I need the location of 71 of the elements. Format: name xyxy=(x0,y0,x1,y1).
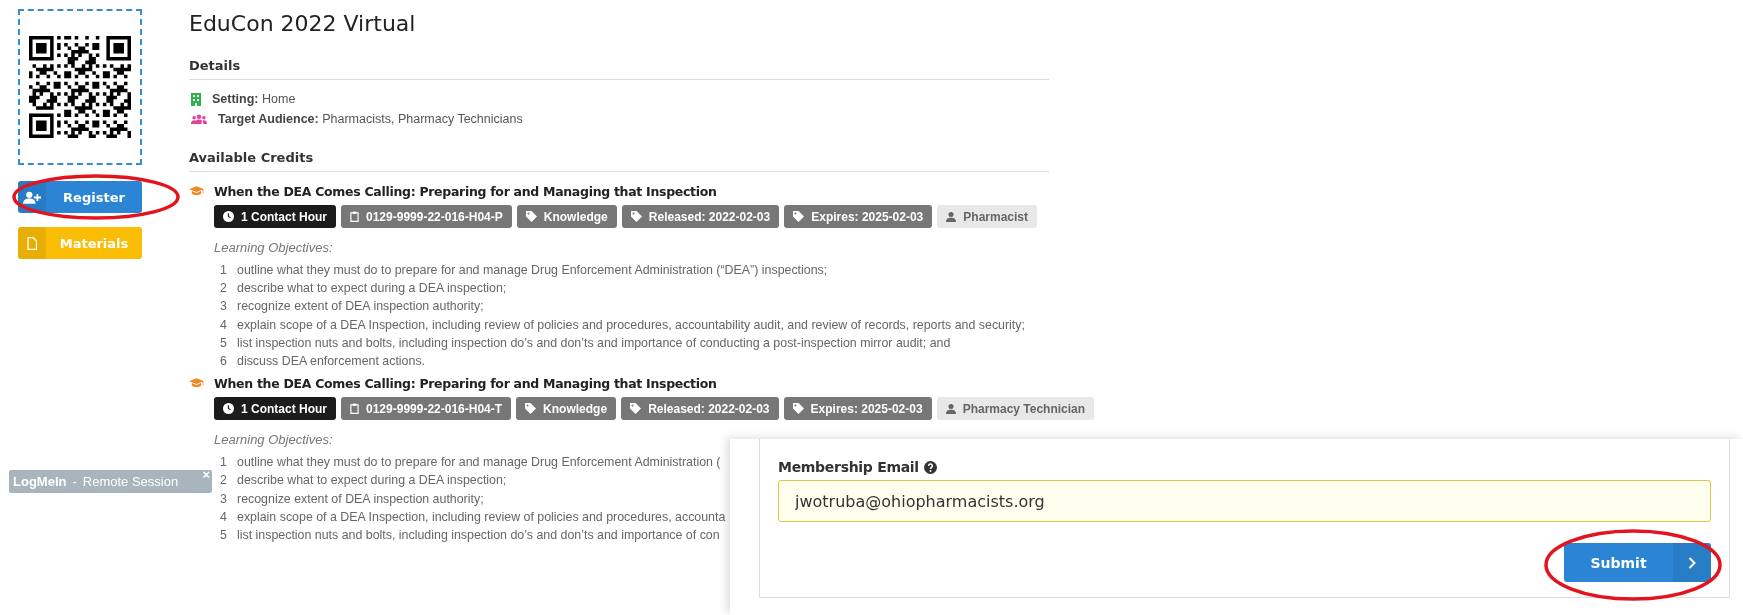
objective-number: 6 xyxy=(220,353,228,370)
objective-text: describe what to expect during a DEA inspection; xyxy=(237,280,507,298)
close-button[interactable]: × xyxy=(202,468,210,481)
building-icon xyxy=(191,92,201,106)
graduation-cap-icon xyxy=(189,378,204,389)
credit-title: When the DEA Comes Calling: Preparing for and Managing that Inspection xyxy=(214,375,717,391)
field-label: Membership Email xyxy=(778,459,919,475)
section-heading: Details xyxy=(189,58,242,73)
credit-badge: 0129-9999-22-016-H04-P xyxy=(341,205,512,228)
credit-badge: 0129-9999-22-016-H04-T xyxy=(341,397,512,421)
objective-text: explain scope of a DEA Inspection, including review of policies and procedures, accountability audit, and review of records, reports and security; xyxy=(237,316,1025,334)
objective-number: 2 xyxy=(220,472,228,490)
user-icon xyxy=(946,211,957,222)
remote-session-brand: LogMeIn xyxy=(13,474,67,489)
chevron-right-icon xyxy=(1688,556,1696,569)
tag-icon xyxy=(793,211,805,222)
objective-number: 2 xyxy=(220,280,228,298)
credit-badge: Pharmacist xyxy=(937,205,1037,228)
objective-text: list inspection nuts and bolts, including inspection do’s and don’ts and importance of con xyxy=(237,527,720,545)
objective-number: 4 xyxy=(220,316,228,334)
tag-icon xyxy=(525,211,537,222)
document-icon xyxy=(27,236,37,250)
tag-icon xyxy=(630,211,642,222)
credit-title: When the DEA Comes Calling: Preparing for and Managing that Inspection xyxy=(214,183,717,199)
add-user-icon xyxy=(23,190,41,204)
clipboard-icon xyxy=(350,403,359,415)
credit-badge: Released: 2022-02-03 xyxy=(621,397,779,421)
clock-icon xyxy=(223,211,234,222)
separator-text: - xyxy=(72,474,77,489)
page-title: EduCon 2022 Virtual xyxy=(189,11,417,36)
objective-number: 3 xyxy=(220,490,228,508)
detail-text: Target Audience: Pharmacists, Pharmacy Technicians xyxy=(218,112,523,126)
objective-text: describe what to expect during a DEA inspection; xyxy=(237,472,507,490)
objective-number: 4 xyxy=(220,508,228,526)
credit-badge: Knowledge xyxy=(516,205,617,228)
graduation-cap-icon xyxy=(189,186,204,196)
credit-badge: Expires: 2025-02-03 xyxy=(784,205,933,228)
objective-text: recognize extent of DEA inspection authority; xyxy=(237,490,484,508)
user-icon xyxy=(945,403,956,414)
objective-number: 3 xyxy=(220,298,228,316)
tag-icon xyxy=(525,403,537,415)
tag-icon xyxy=(792,403,804,415)
email-input-field[interactable]: jwotruba@ohiopharmacists.org xyxy=(778,480,1711,522)
objective-text: outline what they must do to prepare for and manage Drug Enforcement Administration ( xyxy=(237,454,721,472)
objective-text: recognize extent of DEA inspection authority; xyxy=(237,298,484,316)
credit-badge: 1 Contact Hour xyxy=(214,205,336,228)
clipboard-icon xyxy=(350,211,359,222)
credit-badge: Released: 2022-02-03 xyxy=(621,205,780,228)
objectives-label: Learning Objectives: xyxy=(214,240,334,255)
objective-number: 5 xyxy=(220,334,228,352)
credit-badge: 1 Contact Hour xyxy=(214,397,336,421)
submit-button[interactable]: Submit xyxy=(1564,543,1711,582)
objective-number: 1 xyxy=(220,262,228,279)
objective-number: 5 xyxy=(220,527,228,545)
objective-number: 1 xyxy=(220,454,228,472)
clock-icon xyxy=(223,403,234,415)
credit-badge: Expires: 2025-02-03 xyxy=(783,397,932,421)
users-icon xyxy=(191,114,207,124)
objectives-label: Learning Objectives: xyxy=(214,432,334,448)
tag-icon xyxy=(630,403,642,415)
objective-text: list inspection nuts and bolts, including inspection do’s and don’ts and importance of conducting a post-inspection mirror audit; and xyxy=(237,334,951,352)
remote-session-label: Remote Session xyxy=(82,474,179,489)
section-heading: Available Credits xyxy=(189,150,315,165)
help-icon[interactable] xyxy=(923,460,937,474)
objective-text: outline what they must do to prepare for and manage Drug Enforcement Administration (“DEA”) inspections; xyxy=(237,262,828,279)
objective-text: explain scope of a DEA Inspection, including review of policies and procedures, accounta xyxy=(237,508,726,526)
objective-text: discuss DEA enforcement actions. xyxy=(237,353,425,370)
detail-text: Setting: Home xyxy=(212,92,296,106)
credit-badge: Pharmacy Technician xyxy=(936,397,1095,421)
register-button[interactable]: Register xyxy=(18,181,142,213)
credit-badge: Knowledge xyxy=(516,397,617,421)
